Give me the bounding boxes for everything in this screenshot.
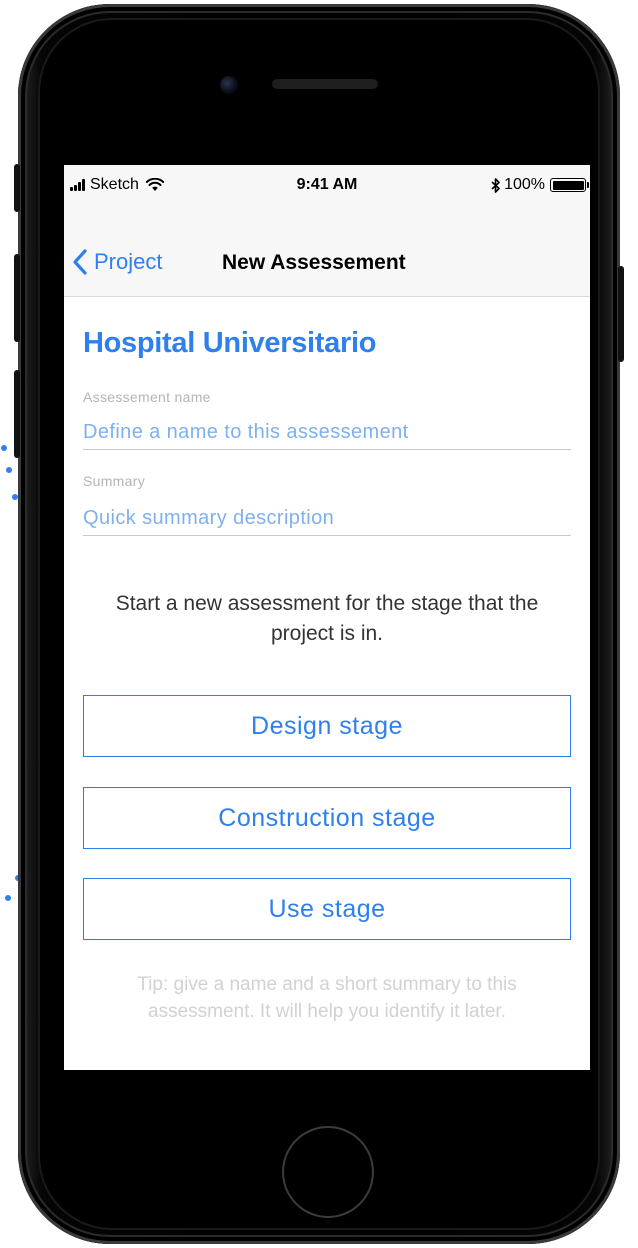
tip-text: Tip: give a name and a short summary to … — [137, 974, 517, 1022]
summary-label: Summary — [83, 473, 145, 489]
battery-icon — [550, 178, 589, 192]
canvas: Sketch 9:41 AM 100% Project New Assessem… — [0, 0, 638, 1248]
design-stage-button[interactable]: Design stage — [83, 695, 571, 757]
assessment-name-input[interactable] — [83, 415, 571, 450]
earpiece-speaker — [272, 79, 378, 89]
assessment-name-label: Assessement name — [83, 389, 211, 405]
status-right: 100% — [491, 176, 589, 194]
project-title: Hospital Universitario — [83, 327, 377, 359]
page-title: New Assessement — [222, 251, 406, 274]
mute-switch — [14, 164, 20, 212]
volume-up-button — [14, 254, 20, 342]
back-button-label: Project — [94, 249, 163, 274]
construction-stage-button[interactable]: Construction stage — [83, 787, 571, 849]
use-stage-button[interactable]: Use stage — [83, 878, 571, 940]
battery-percentage: 100% — [504, 176, 545, 193]
front-camera-icon — [220, 76, 238, 94]
phone-screen: Sketch 9:41 AM 100% Project New Assessem… — [64, 165, 590, 1070]
back-button[interactable]: Project — [72, 249, 162, 275]
power-button — [618, 266, 624, 362]
bluetooth-icon — [491, 177, 500, 193]
summary-input[interactable] — [83, 501, 571, 536]
chevron-left-icon — [73, 249, 87, 275]
status-bar: Sketch 9:41 AM 100% — [64, 165, 590, 205]
intro-text: Start a new assessment for the stage tha… — [115, 592, 539, 645]
home-button[interactable] — [282, 1126, 374, 1218]
navigation-bar: Project New Assessement — [64, 205, 590, 297]
volume-down-button — [14, 370, 20, 458]
